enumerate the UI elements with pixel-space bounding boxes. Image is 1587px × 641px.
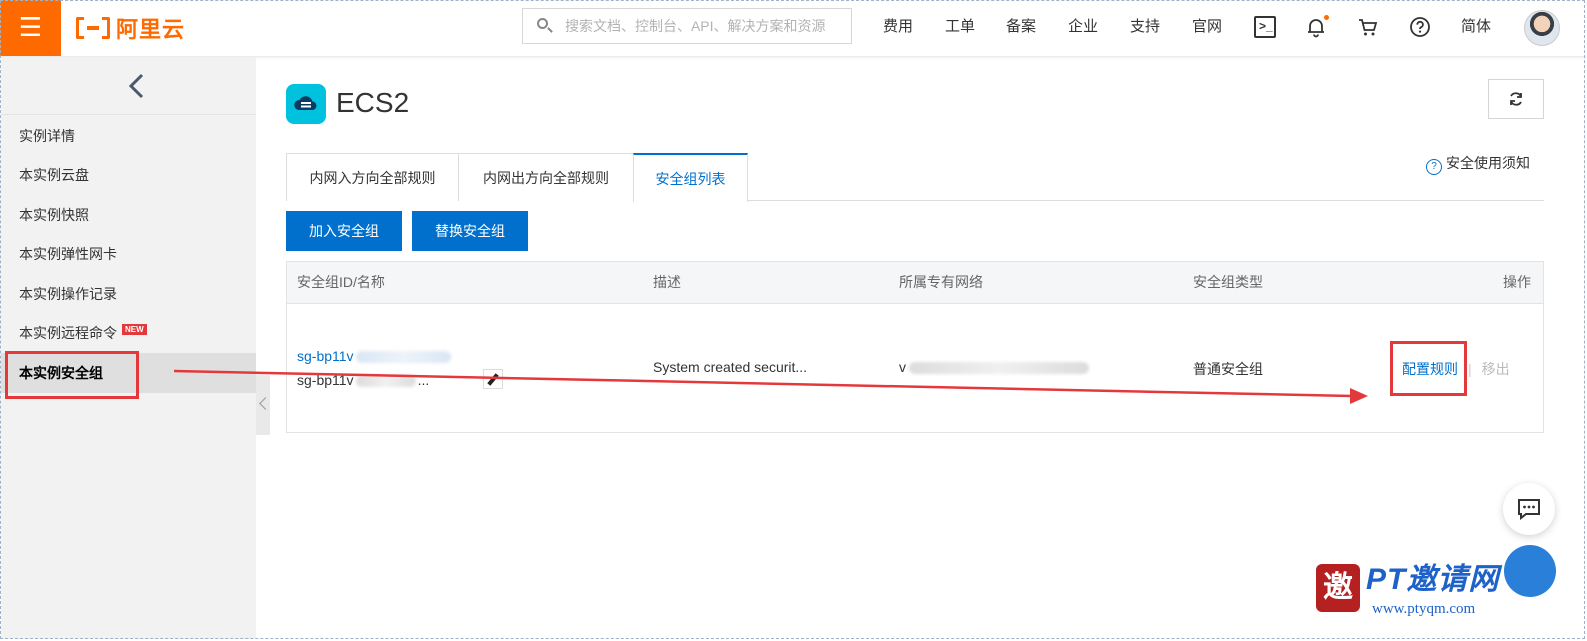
watermark-text: PT邀请网 [1366, 563, 1500, 596]
watermark-url: www.ptyqm.com [1372, 601, 1476, 617]
chat-bubble-icon [1518, 499, 1540, 520]
annotation-arrow [173, 369, 1368, 404]
site-watermark: 邀 PT邀请网 www.ptyqm.com [1316, 560, 1556, 632]
chat-support-button[interactable] [1503, 483, 1555, 535]
watermark-seal: 邀 [1316, 564, 1360, 612]
